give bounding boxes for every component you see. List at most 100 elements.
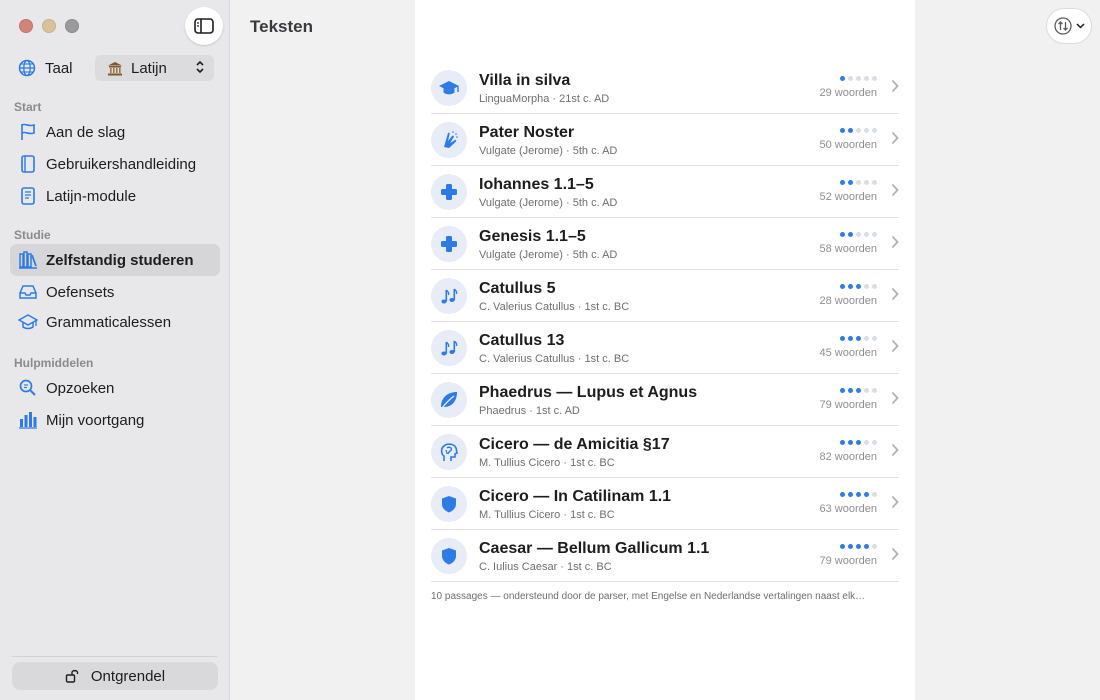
- sidebar-item-mijn-voortgang[interactable]: Mijn voortgang: [10, 404, 220, 436]
- difficulty-dot: [840, 232, 845, 237]
- word-count: 50 woorden: [819, 139, 878, 151]
- close-window-button[interactable]: [19, 19, 33, 33]
- text-title: Phaedrus — Lupus et Agnus: [479, 384, 698, 401]
- difficulty-indicator: [840, 492, 877, 497]
- sort-button[interactable]: [1046, 8, 1092, 44]
- graduation-cap-icon: [431, 70, 467, 106]
- difficulty-dot: [848, 440, 853, 445]
- sidebar-item-label: Grammaticalessen: [46, 313, 172, 331]
- difficulty-dot: [848, 544, 853, 549]
- word-count: 29 woorden: [819, 87, 878, 99]
- text-row[interactable]: Catullus 13 C. Valerius Catullus · 1st c.…: [431, 322, 899, 374]
- footer-note: 10 passages — ondersteund door de parser…: [431, 591, 866, 602]
- difficulty-indicator: [840, 388, 877, 393]
- globe-icon: [18, 59, 36, 77]
- cross-icon: [431, 226, 467, 262]
- text-title: Catullus 5: [479, 280, 556, 297]
- difficulty-indicator: [840, 544, 877, 549]
- window-controls: [19, 19, 79, 33]
- sidebar-item-label: Opzoeken: [46, 379, 115, 397]
- sidebar-item-gebruikershandleiding[interactable]: Gebruikershandleiding: [10, 148, 220, 180]
- text-meta: Vulgate (Jerome) · 5th c. AD: [479, 145, 618, 157]
- language-row: Taal Latijn: [18, 55, 214, 81]
- search-icon: [19, 379, 36, 396]
- word-count: 28 woorden: [819, 295, 878, 307]
- shield-icon: [431, 486, 467, 522]
- cross-icon: [431, 174, 467, 210]
- difficulty-indicator: [840, 128, 877, 133]
- difficulty-dot: [840, 544, 845, 549]
- section-heading-start: Start: [14, 100, 42, 114]
- difficulty-dot: [864, 440, 869, 445]
- text-row[interactable]: Pater Noster Vulgate (Jerome) · 5th c. AD…: [431, 114, 899, 166]
- difficulty-dot: [856, 232, 861, 237]
- difficulty-indicator: [840, 76, 877, 81]
- difficulty-dot: [856, 492, 861, 497]
- chevron-right-icon: [891, 79, 899, 98]
- text-row[interactable]: Catullus 5 C. Valerius Catullus · 1st c. …: [431, 270, 899, 322]
- sidebar-item-opzoeken[interactable]: Opzoeken: [10, 372, 220, 404]
- sidebar-toggle-button[interactable]: [185, 7, 223, 45]
- text-row[interactable]: Iohannes 1.1–5 Vulgate (Jerome) · 5th c. …: [431, 166, 899, 218]
- difficulty-dot: [856, 388, 861, 393]
- difficulty-dot: [848, 492, 853, 497]
- book-icon: [21, 155, 35, 173]
- text-row[interactable]: Cicero — In Catilinam 1.1 M. Tullius Cice…: [431, 478, 899, 530]
- difficulty-dot: [872, 440, 877, 445]
- difficulty-dot: [872, 336, 877, 341]
- difficulty-indicator: [840, 336, 877, 341]
- sidebar-icon: [194, 18, 214, 34]
- chevron-right-icon: [891, 443, 899, 462]
- text-row[interactable]: Genesis 1.1–5 Vulgate (Jerome) · 5th c. A…: [431, 218, 899, 270]
- text-row[interactable]: Villa in silva LinguaMorpha · 21st c. AD 2…: [431, 62, 899, 114]
- difficulty-dot: [848, 76, 853, 81]
- sidebar-item-zelfstandig-studeren[interactable]: Zelfstandig studeren: [10, 244, 220, 276]
- sort-arrows-icon: [1053, 17, 1072, 35]
- unlock-button[interactable]: Ontgrendel: [12, 662, 218, 690]
- app-window: Taal Latijn Start Aan de slag Gebruikers…: [0, 0, 1100, 700]
- text-row[interactable]: Caesar — Bellum Gallicum 1.1 C. Iulius Ca…: [431, 530, 899, 582]
- difficulty-dot: [840, 388, 845, 393]
- text-meta: M. Tullius Cicero · 1st c. BC: [479, 509, 615, 521]
- difficulty-dot: [848, 284, 853, 289]
- sidebar-item-label: Aan de slag: [46, 123, 126, 141]
- language-value: Latijn: [131, 59, 167, 77]
- sidebar-item-label: Gebruikershandleiding: [46, 155, 197, 173]
- difficulty-dot: [856, 336, 861, 341]
- language-select[interactable]: Latijn: [95, 55, 214, 81]
- zoom-window-button[interactable]: [65, 19, 79, 33]
- books-icon: [19, 251, 37, 269]
- difficulty-dot: [840, 76, 845, 81]
- word-count: 58 woorden: [819, 243, 878, 255]
- text-meta: LinguaMorpha · 21st c. AD: [479, 93, 610, 105]
- difficulty-dot: [856, 284, 861, 289]
- minimize-window-button[interactable]: [42, 19, 56, 33]
- chevron-right-icon: [891, 339, 899, 358]
- sidebar-divider: [12, 656, 217, 657]
- difficulty-dot: [848, 232, 853, 237]
- chevron-right-icon: [891, 235, 899, 254]
- difficulty-dot: [848, 128, 853, 133]
- texts-list: Villa in silva LinguaMorpha · 21st c. AD 2…: [431, 62, 899, 582]
- text-meta: C. Valerius Catullus · 1st c. BC: [479, 301, 630, 313]
- difficulty-dot: [840, 492, 845, 497]
- chevron-up-down-icon: [196, 60, 204, 74]
- text-row[interactable]: Phaedrus — Lupus et Agnus Phaedrus · 1st …: [431, 374, 899, 426]
- shield-icon: [431, 538, 467, 574]
- difficulty-dot: [864, 76, 869, 81]
- chevron-right-icon: [891, 131, 899, 150]
- difficulty-dot: [848, 180, 853, 185]
- sidebar-item-latijn-module[interactable]: Latijn-module: [10, 180, 220, 212]
- text-row[interactable]: Cicero — de Amicitia §17 M. Tullius Cicer…: [431, 426, 899, 478]
- language-label: Taal: [45, 59, 73, 77]
- sidebar-item-grammaticalessen[interactable]: Grammaticalessen: [10, 306, 220, 338]
- page-title: Teksten: [250, 17, 313, 36]
- text-meta: Phaedrus · 1st c. AD: [479, 405, 580, 417]
- sidebar: Taal Latijn Start Aan de slag Gebruikers…: [0, 0, 230, 700]
- sidebar-item-oefensets[interactable]: Oefensets: [10, 276, 220, 308]
- text-title: Catullus 13: [479, 332, 565, 349]
- chevron-right-icon: [891, 287, 899, 306]
- difficulty-dot: [856, 544, 861, 549]
- difficulty-dot: [856, 76, 861, 81]
- sidebar-item-aan-de-slag[interactable]: Aan de slag: [10, 116, 220, 148]
